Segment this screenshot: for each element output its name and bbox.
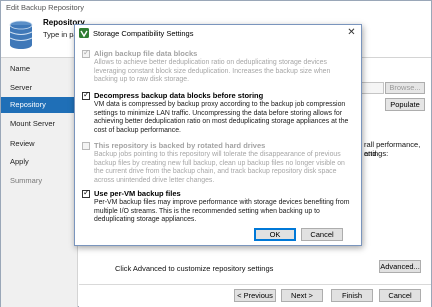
rotated-drives-label: This repository is backed by rotated har… [94, 141, 266, 150]
populate-button[interactable]: Populate [385, 98, 425, 111]
window-title: Edit Backup Repository [6, 3, 84, 12]
align-blocks-description: Allows to achieve better deduplication r… [94, 59, 331, 84]
dialog-cancel-button[interactable]: Cancel [301, 228, 343, 241]
sidebar-item-server[interactable]: Server [1, 80, 78, 96]
advanced-hint-text: Click Advanced to customize repository s… [115, 264, 274, 273]
rotated-drives-checkbox[interactable] [82, 142, 90, 150]
dialog-title: Storage Compatibility Settings [93, 29, 194, 38]
dialog-titlebar: Storage Compatibility Settings ✕ [75, 25, 361, 41]
sidebar-item-summary[interactable]: Summary [1, 173, 78, 189]
app-icon [79, 28, 89, 38]
partial-description-line-2: ettings: [364, 149, 389, 158]
footer-divider [79, 284, 431, 285]
decompress-label: Decompress backup data blocks before sto… [94, 91, 264, 100]
advanced-button[interactable]: Advanced... [379, 260, 421, 273]
database-icon [9, 20, 33, 49]
align-blocks-label: Align backup file data blocks [94, 49, 198, 58]
sidebar-item-apply[interactable]: Apply [1, 154, 78, 170]
per-vm-label: Use per-VM backup files [94, 189, 181, 198]
cancel-button[interactable]: Cancel [379, 289, 421, 302]
decompress-description: VM data is compressed by backup proxy ac… [94, 101, 349, 134]
sidebar-item-review[interactable]: Review [1, 136, 78, 152]
sidebar-item-mount-server[interactable]: Mount Server [1, 116, 78, 132]
sidebar-item-name[interactable]: Name [1, 61, 78, 77]
sidebar-item-repository[interactable]: Repository [1, 97, 78, 113]
window-titlebar: Edit Backup Repository [1, 1, 431, 14]
decompress-checkbox[interactable]: ✓ [82, 90, 90, 100]
rotated-drives-description: Backup jobs pointing to this repository … [94, 151, 345, 184]
storage-compatibility-dialog: Storage Compatibility Settings ✕ ✓ Align… [74, 24, 362, 246]
align-blocks-checkbox[interactable]: ✓ [82, 48, 90, 58]
finish-button[interactable]: Finish [331, 289, 373, 302]
per-vm-description: Per-VM backup files may improve performa… [94, 199, 350, 224]
previous-button[interactable]: < Previous [234, 289, 276, 302]
ok-button[interactable]: OK [254, 228, 296, 241]
per-vm-checkbox[interactable]: ✓ [82, 188, 90, 198]
browse-button[interactable]: Browse... [385, 82, 425, 94]
wizard-steps-sidebar: Name Server Repository Mount Server Revi… [1, 58, 78, 307]
next-button[interactable]: Next > [281, 289, 323, 302]
close-icon[interactable]: ✕ [344, 26, 359, 39]
